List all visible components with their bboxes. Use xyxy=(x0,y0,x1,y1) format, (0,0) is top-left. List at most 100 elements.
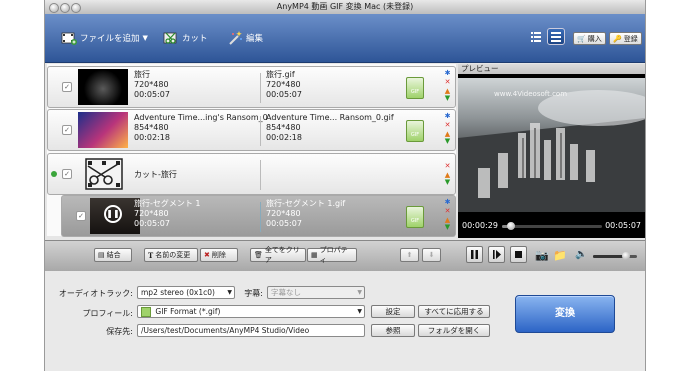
detail-view-button[interactable] xyxy=(547,28,565,45)
move-down-button[interactable]: ⬇ xyxy=(422,248,441,262)
main-toolbar: ファイルを追加 ▼ カット 編集 🛒 購入 🔑 登録 xyxy=(45,14,645,63)
document-icon: ▦ xyxy=(311,251,318,259)
zoom-window-button[interactable] xyxy=(71,3,81,13)
stop-button[interactable] xyxy=(510,246,527,263)
seek-handle[interactable] xyxy=(507,222,516,230)
output-info: Adventure Time... Ransom_0.gif 854*480 0… xyxy=(266,113,394,143)
convert-button[interactable]: 変換 xyxy=(515,295,615,333)
expand-indicator-icon[interactable] xyxy=(51,171,57,177)
key-icon: 🔑 xyxy=(613,34,622,43)
properties-label: プロパティ xyxy=(319,246,348,264)
clear-label: 全てをクリア xyxy=(264,246,300,264)
folder-icon[interactable]: 📁 xyxy=(553,249,567,262)
film-add-icon xyxy=(61,32,77,45)
source-duration: 00:02:18 xyxy=(134,133,170,142)
step-forward-icon xyxy=(493,250,501,259)
gear-icon[interactable]: ✱ xyxy=(444,113,451,120)
remove-icon[interactable]: ✕ xyxy=(444,122,451,129)
remove-icon[interactable]: ✕ xyxy=(444,208,451,215)
divider xyxy=(260,116,261,146)
row-checkbox[interactable]: ✓ xyxy=(62,169,72,179)
volume-icon: 🔈 xyxy=(575,249,588,260)
settings-button[interactable]: 設定 xyxy=(371,305,415,318)
output-info: 旅行-セグメント 1.gif 720*480 00:05:07 xyxy=(266,199,345,229)
gear-icon[interactable]: ✱ xyxy=(444,70,451,77)
add-files-label: ファイルを追加 xyxy=(80,34,140,44)
browse-button[interactable]: 参照 xyxy=(371,324,415,337)
remove-icon[interactable]: ✕ xyxy=(444,163,451,170)
list-view-button[interactable] xyxy=(527,28,545,45)
move-down-icon[interactable]: ▼ xyxy=(444,179,451,186)
cut-group-label: カット-旅行 xyxy=(134,170,177,179)
cut-button[interactable]: カット xyxy=(163,30,208,46)
gif-badge: GIF xyxy=(410,89,420,95)
total-time: 00:05:07 xyxy=(605,221,641,230)
properties-button[interactable]: ▦ プロパティ xyxy=(307,246,357,264)
subtitle-select[interactable]: 字幕なし ▼ xyxy=(267,286,365,299)
next-frame-button[interactable] xyxy=(488,246,505,263)
rename-label: 名前の変更 xyxy=(155,251,191,259)
row-checkbox[interactable]: ✓ xyxy=(76,211,86,221)
camera-icon[interactable]: 📷 xyxy=(535,249,549,262)
pause-icon[interactable]: ❚❚ xyxy=(104,205,122,223)
remove-icon[interactable]: ✕ xyxy=(444,79,451,86)
open-folder-button[interactable]: フォルダを開く xyxy=(418,324,490,337)
list-item[interactable]: ✓ 旅行 720*480 00:05:07 旅行.gif 720*480 00:… xyxy=(47,66,456,108)
pause-button[interactable] xyxy=(466,246,483,263)
save-path-field[interactable]: /Users/test/Documents/AnyMP4 Studio/Vide… xyxy=(137,324,365,337)
subtitle-value: 字幕なし xyxy=(271,288,301,297)
file-list[interactable]: ✓ 旅行 720*480 00:05:07 旅行.gif 720*480 00:… xyxy=(47,64,456,237)
source-info: Adventure Time...ing's Ransom_0 854*480 … xyxy=(134,113,268,143)
divider xyxy=(260,73,261,103)
register-button[interactable]: 🔑 登録 xyxy=(609,32,642,45)
minimize-window-button[interactable] xyxy=(60,3,70,13)
cut-group-row[interactable]: ✓ カット-旅行 ✕ ▲ ▼ xyxy=(47,153,456,195)
buy-button[interactable]: 🛒 購入 xyxy=(573,32,606,45)
video-thumbnail xyxy=(78,69,128,105)
row-checkbox[interactable]: ✓ xyxy=(62,82,72,92)
bottom-toolbar: ▤ 結合 T 名前の変更 ✖ 削除 🗑 全てをクリア ▦ プロパティ ⬆ ⬇ 📷… xyxy=(45,240,645,272)
move-down-icon[interactable]: ▼ xyxy=(444,224,451,231)
delete-button[interactable]: ✖ 削除 xyxy=(200,248,238,262)
rename-button[interactable]: T 名前の変更 xyxy=(144,248,198,262)
source-resolution: 854*480 xyxy=(134,123,169,132)
add-files-button[interactable]: ファイルを追加 ▼ xyxy=(61,30,148,46)
source-name: 旅行-セグメント 1 xyxy=(134,199,201,208)
source-info: 旅行-セグメント 1 720*480 00:05:07 xyxy=(134,199,201,229)
chevron-down-icon[interactable]: ▼ xyxy=(143,34,148,42)
move-up-button[interactable]: ⬆ xyxy=(400,248,419,262)
gear-icon[interactable]: ✱ xyxy=(444,199,451,206)
gif-format-icon[interactable]: GIF xyxy=(406,120,424,142)
edit-button[interactable]: 編集 xyxy=(227,30,263,46)
audio-track-label: オーディオトラック: xyxy=(58,289,133,298)
clear-all-button[interactable]: 🗑 全てをクリア xyxy=(250,246,306,264)
profile-select[interactable]: GIF Format (*.gif) ▼ xyxy=(137,305,365,318)
preview-label: プレビュー xyxy=(458,64,645,74)
output-resolution: 720*480 xyxy=(266,209,301,218)
video-frame[interactable]: www.4Videosoft.com xyxy=(458,78,645,212)
output-name: 旅行-セグメント 1.gif xyxy=(266,199,346,208)
seek-slider[interactable] xyxy=(502,222,602,230)
audio-track-select[interactable]: mp2 stereo (0x1c0) ▼ xyxy=(137,286,235,299)
gif-format-icon[interactable]: GIF xyxy=(406,77,424,99)
move-down-icon[interactable]: ▼ xyxy=(444,138,451,145)
profile-value: GIF Format (*.gif) xyxy=(155,307,221,316)
segment-row[interactable]: ✓ ❚❚ 旅行-セグメント 1 720*480 00:05:07 旅行-セグメン… xyxy=(61,195,456,237)
gif-badge: GIF xyxy=(410,132,420,138)
merge-label: 結合 xyxy=(106,251,121,259)
source-duration: 00:05:07 xyxy=(134,219,170,228)
title-bar: AnyMP4 動画 GIF 変換 Mac (未登録) xyxy=(45,0,645,15)
chevron-down-icon: ▼ xyxy=(227,289,232,296)
list-item[interactable]: ✓ Adventure Time...ing's Ransom_0 854*48… xyxy=(47,109,456,151)
row-checkbox[interactable]: ✓ xyxy=(62,125,72,135)
apply-to-all-button[interactable]: すべてに応用する xyxy=(418,305,490,318)
menu-lines-icon xyxy=(551,32,561,42)
move-down-icon[interactable]: ▼ xyxy=(444,95,451,102)
close-window-button[interactable] xyxy=(49,3,59,13)
volume-handle[interactable] xyxy=(622,252,630,260)
city-aerial-image xyxy=(458,90,645,212)
merge-button[interactable]: ▤ 結合 xyxy=(94,248,132,262)
volume-slider[interactable] xyxy=(593,252,637,260)
gif-format-icon[interactable]: GIF xyxy=(406,206,424,228)
stop-icon xyxy=(515,251,522,258)
